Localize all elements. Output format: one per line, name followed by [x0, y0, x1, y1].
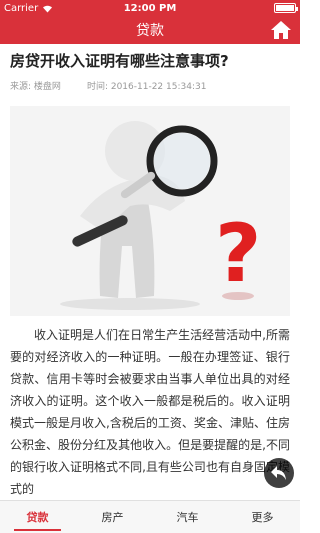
time-info: 时间: 2016-11-22 15:34:31 — [87, 79, 207, 92]
page-title: 贷款 — [136, 23, 164, 39]
battery-icon — [274, 3, 298, 13]
tab-label: 更多 — [251, 511, 274, 524]
tab-label: 汽车 — [176, 511, 199, 524]
back-arrow-icon — [271, 466, 286, 480]
status-bar: Carrier 12:00 PM — [0, 0, 300, 16]
article-image: ? — [10, 106, 290, 316]
tab-more[interactable]: 更多 — [225, 501, 300, 533]
article-meta: 来源: 楼盘网 时间: 2016-11-22 15:34:31 — [0, 71, 300, 92]
article-title: 房贷开收入证明有哪些注意事项? — [10, 52, 229, 70]
tab-real-estate[interactable]: 房产 — [75, 501, 150, 533]
article-body: 收入证明是人们在日常生产生活经营活动中,所需要的对经济收入的一种证明。一般在办理… — [10, 328, 290, 496]
tab-cars[interactable]: 汽车 — [150, 501, 225, 533]
source-name: 楼盘网 — [33, 82, 61, 92]
time-label: 时间: — [86, 82, 108, 92]
tab-loans[interactable]: 贷款 — [0, 501, 75, 533]
publish-time: 2016-11-22 15:34:31 — [110, 82, 207, 92]
status-time: 12:00 PM — [123, 2, 177, 14]
article[interactable]: 房贷开收入证明有哪些注意事项? 来源: 楼盘网 时间: 2016-11-22 1… — [0, 44, 300, 497]
source-label: 来源: — [10, 82, 32, 92]
nav-bar: 贷款 — [0, 16, 300, 44]
tab-label: 贷款 — [26, 511, 49, 524]
source-info: 来源: 楼盘网 — [10, 79, 61, 92]
bottom-tab-bar: 贷款 房产 汽车 更多 — [0, 500, 300, 533]
tab-label: 房产 — [101, 511, 124, 524]
home-icon[interactable] — [270, 20, 292, 40]
magnifier-figure-illustration: ? — [10, 106, 290, 316]
svg-text:?: ? — [215, 207, 261, 300]
back-button[interactable] — [264, 458, 294, 488]
